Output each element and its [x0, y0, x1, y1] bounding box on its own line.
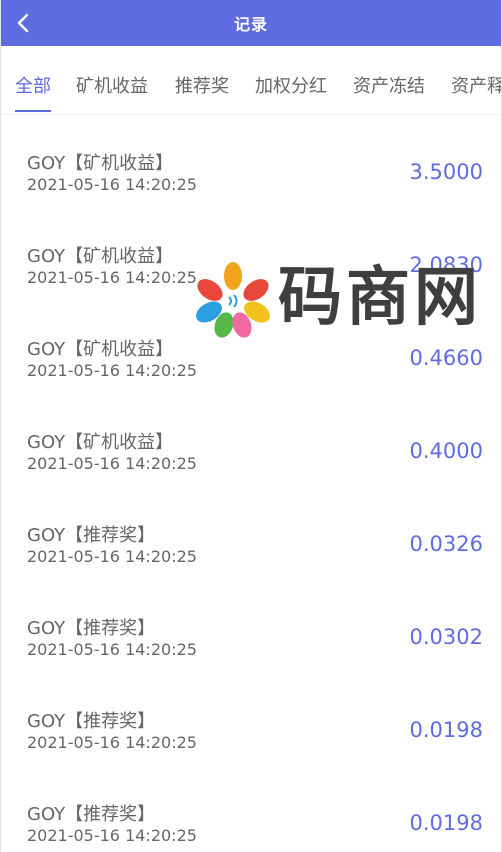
record-date: 2021-05-16 14:20:25 — [27, 361, 197, 380]
tab-asset-freeze[interactable]: 资产冻结 — [353, 72, 425, 98]
tab-all[interactable]: 全部 — [15, 72, 51, 98]
app-frame: 记录 全部 矿机收益 推荐奖 加权分红 资产冻结 资产释放 GOY【矿机收益】 … — [0, 0, 502, 852]
record-name: GOY【推荐奖】 — [27, 618, 156, 639]
list-item[interactable]: GOY【矿机收益】 2021-05-16 14:20:25 2.0830 — [1, 208, 501, 301]
list-item[interactable]: GOY【矿机收益】 2021-05-16 14:20:25 0.4660 — [1, 301, 501, 394]
list-item[interactable]: GOY【推荐奖】 2021-05-16 14:20:25 0.0326 — [1, 487, 501, 580]
list-item[interactable]: GOY【矿机收益】 2021-05-16 14:20:25 0.4000 — [1, 394, 501, 487]
record-name: GOY【推荐奖】 — [27, 804, 156, 825]
record-amount: 0.4660 — [409, 346, 483, 370]
record-date: 2021-05-16 14:20:25 — [27, 733, 197, 752]
record-amount: 0.0198 — [409, 718, 483, 742]
record-amount: 2.0830 — [409, 253, 483, 277]
record-amount: 0.0198 — [409, 811, 483, 835]
record-name: GOY【矿机收益】 — [27, 432, 174, 453]
record-name: GOY【矿机收益】 — [27, 153, 174, 174]
record-amount: 0.0326 — [409, 532, 483, 556]
record-amount: 3.5000 — [409, 160, 483, 184]
record-amount: 0.4000 — [409, 439, 483, 463]
tab-mining-income[interactable]: 矿机收益 — [76, 72, 148, 98]
list-item[interactable]: GOY【推荐奖】 2021-05-16 14:20:25 0.0198 — [1, 766, 501, 852]
active-tab-indicator — [15, 110, 51, 112]
record-tabs: 全部 矿机收益 推荐奖 加权分红 资产冻结 资产释放 — [1, 46, 501, 115]
tab-asset-release[interactable]: 资产释放 — [451, 72, 501, 98]
record-date: 2021-05-16 14:20:25 — [27, 175, 197, 194]
record-date: 2021-05-16 14:20:25 — [27, 268, 197, 287]
record-date: 2021-05-16 14:20:25 — [27, 547, 197, 566]
record-amount: 0.0302 — [409, 625, 483, 649]
top-bar: 记录 — [1, 0, 501, 46]
list-item[interactable]: GOY【矿机收益】 2021-05-16 14:20:25 3.5000 — [1, 115, 501, 208]
tab-referral-bonus[interactable]: 推荐奖 — [175, 72, 229, 98]
record-name: GOY【推荐奖】 — [27, 525, 156, 546]
chevron-left-icon — [17, 13, 29, 33]
page-title: 记录 — [233, 15, 268, 34]
record-name: GOY【推荐奖】 — [27, 711, 156, 732]
record-name: GOY【矿机收益】 — [27, 339, 174, 360]
back-button[interactable] — [9, 0, 37, 46]
record-date: 2021-05-16 14:20:25 — [27, 640, 197, 659]
list-item[interactable]: GOY【推荐奖】 2021-05-16 14:20:25 0.0198 — [1, 673, 501, 766]
tab-weighted-dividend[interactable]: 加权分红 — [255, 72, 327, 98]
record-date: 2021-05-16 14:20:25 — [27, 826, 197, 845]
record-name: GOY【矿机收益】 — [27, 246, 174, 267]
list-item[interactable]: GOY【推荐奖】 2021-05-16 14:20:25 0.0302 — [1, 580, 501, 673]
record-date: 2021-05-16 14:20:25 — [27, 454, 197, 473]
